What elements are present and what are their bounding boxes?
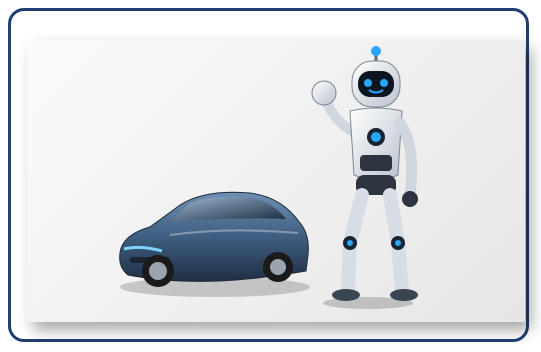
car-illustration bbox=[110, 175, 315, 300]
robot-illustration bbox=[298, 45, 428, 310]
